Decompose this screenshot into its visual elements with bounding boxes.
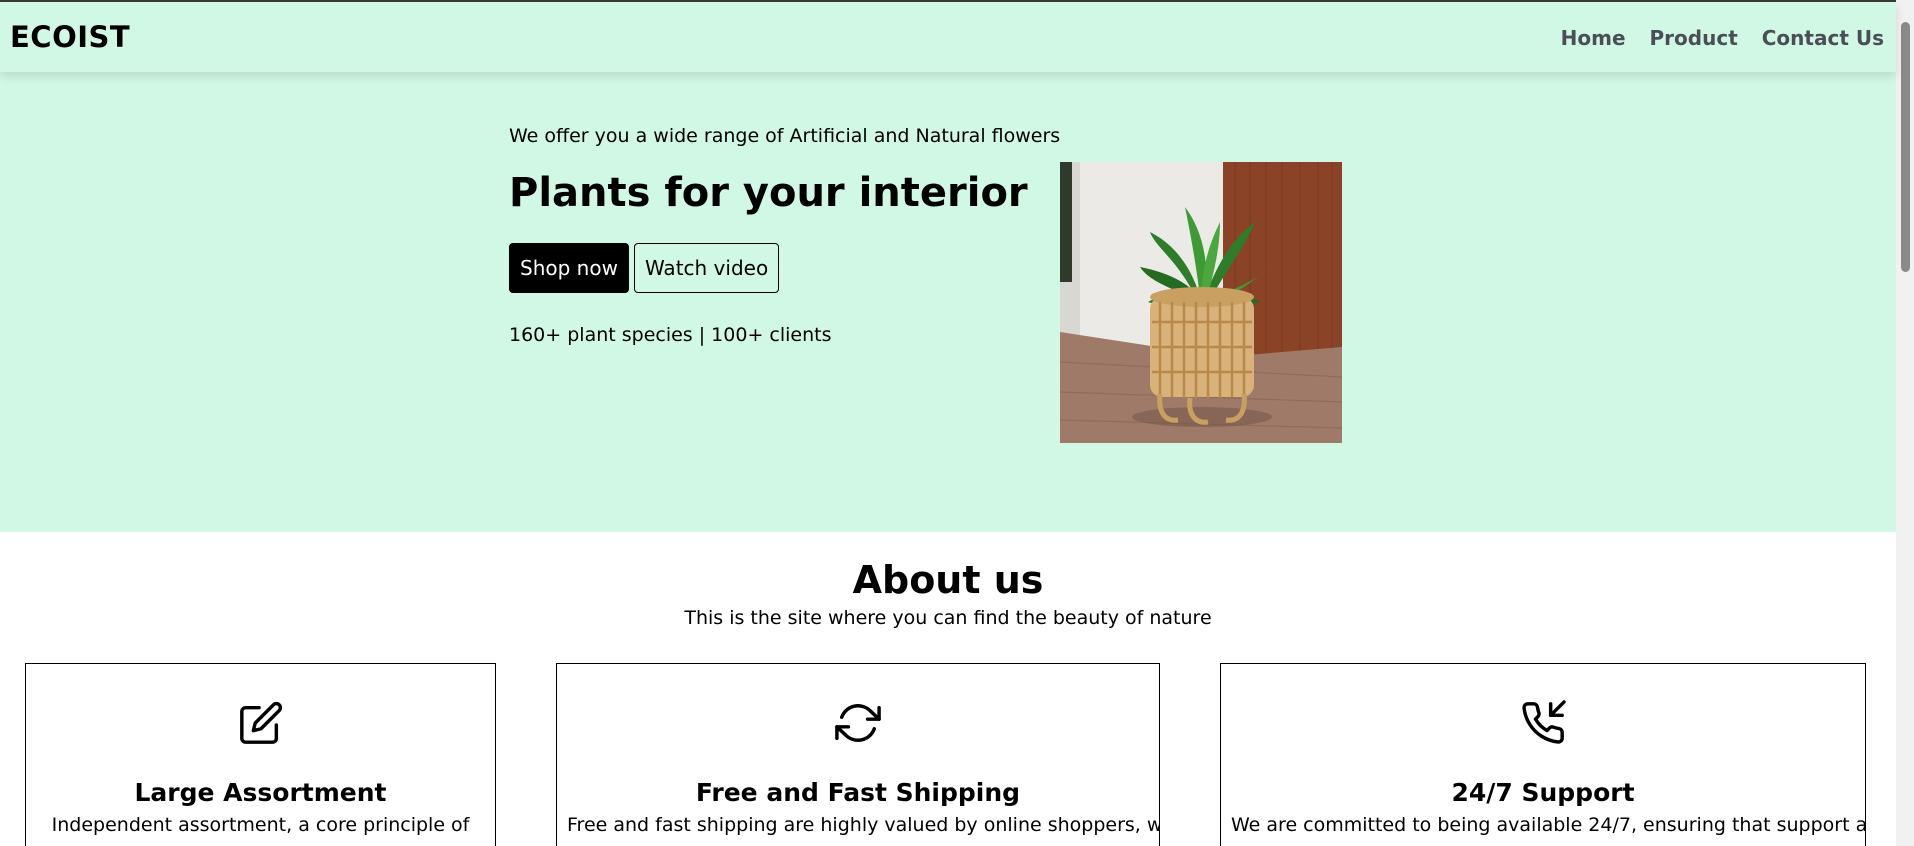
card-title: Free and Fast Shipping (695, 778, 1021, 807)
hero-stats: 160+ plant species | 100+ clients (509, 324, 832, 346)
hero-buttons: Shop now Watch video (509, 243, 780, 293)
nav-links: Home Product Contact Us (1561, 26, 1884, 50)
navbar: ECOIST Home Product Contact Us (0, 2, 1896, 72)
phone-incoming-icon (1522, 700, 1566, 744)
brand-logo[interactable]: ECOIST (10, 20, 130, 54)
card-text: Free and fast shipping are highly valued… (567, 814, 1160, 836)
feature-card-shipping: Free and Fast Shipping Free and fast shi… (556, 663, 1160, 846)
hero-section: We offer you a wide range of Artificial … (0, 72, 1896, 532)
refresh-arrows-icon (835, 704, 881, 742)
feature-card-support: 24/7 Support We are committed to being a… (1220, 663, 1866, 846)
pencil-square-icon (239, 701, 282, 744)
page: ECOIST Home Product Contact Us We offer … (0, 0, 1914, 846)
about-subtitle: This is the site where you can find the … (684, 607, 1212, 629)
card-title: Large Assortment (134, 778, 387, 807)
card-text: We are committed to being available 24/7… (1231, 814, 1866, 836)
scrollbar-thumb[interactable] (1901, 22, 1910, 272)
card-text: Independent assortment, a core principle… (51, 814, 470, 836)
about-title: About us (852, 558, 1044, 602)
card-title: 24/7 Support (1451, 778, 1635, 807)
hero-subtitle: We offer you a wide range of Artificial … (509, 125, 1061, 147)
vertical-scrollbar[interactable] (1896, 0, 1914, 846)
watch-video-button[interactable]: Watch video (633, 243, 780, 293)
nav-link-product[interactable]: Product (1650, 26, 1738, 50)
nav-link-contact[interactable]: Contact Us (1762, 26, 1884, 50)
feature-card-assortment: Large Assortment Independent assortment,… (25, 663, 496, 846)
potted-plant-photo (1060, 162, 1342, 443)
hero-plant-image (1060, 162, 1342, 443)
hero-title: Plants for your interior (509, 170, 1028, 216)
shop-now-button[interactable]: Shop now (509, 243, 629, 293)
nav-link-home[interactable]: Home (1561, 26, 1626, 50)
